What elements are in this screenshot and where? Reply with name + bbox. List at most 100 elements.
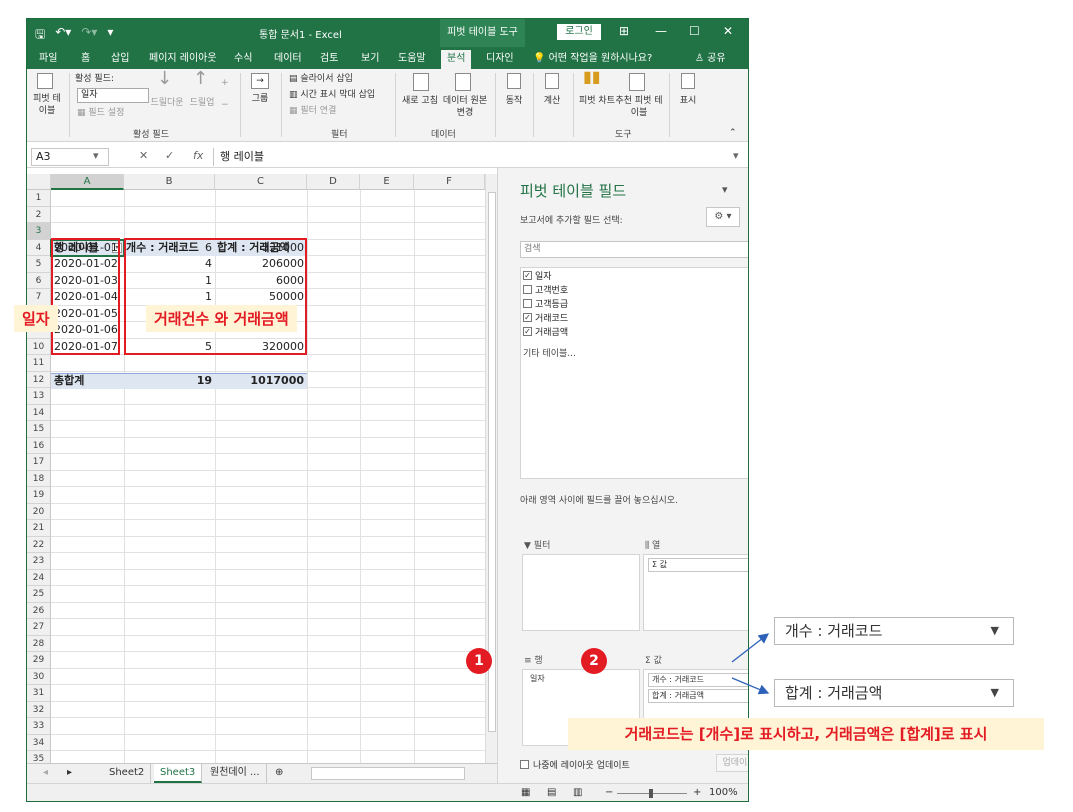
field-item-customer-no[interactable]: 고객번호: [523, 283, 568, 296]
checkbox-icon[interactable]: [523, 299, 532, 308]
checkbox-icon[interactable]: ✓: [523, 313, 532, 322]
name-box-dropdown-icon[interactable]: ▾: [93, 149, 99, 162]
tab-data[interactable]: 데이터: [274, 50, 302, 69]
pivot-total-sum[interactable]: 1017000: [215, 373, 307, 389]
column-header-b[interactable]: B: [124, 174, 215, 190]
field-settings-button[interactable]: ▦ 필드 설정: [77, 107, 124, 119]
row-header-5[interactable]: 5: [27, 256, 51, 273]
row-header-18[interactable]: 18: [27, 470, 51, 487]
drill-down-button[interactable]: 드릴다운: [149, 97, 185, 109]
actions-button[interactable]: 동작: [501, 95, 527, 107]
row-header-1[interactable]: 1: [27, 190, 51, 207]
change-source-button[interactable]: 데이터 원본 변경: [439, 95, 491, 119]
group-button[interactable]: 그룹: [245, 93, 275, 105]
row-header-27[interactable]: 27: [27, 619, 51, 636]
row-header-17[interactable]: 17: [27, 454, 51, 471]
formula-input[interactable]: 행 레이블: [213, 148, 744, 166]
scroll-thumb[interactable]: [488, 192, 496, 732]
row-header-21[interactable]: 21: [27, 520, 51, 537]
actions-icon[interactable]: [507, 73, 521, 89]
page-layout-view-icon[interactable]: ▤: [541, 784, 562, 801]
minimize-button[interactable]: —: [655, 24, 667, 38]
prev-sheet-icon[interactable]: ◂: [37, 764, 54, 783]
row-header-3[interactable]: 3: [27, 223, 51, 240]
tab-review[interactable]: 검토: [320, 50, 338, 69]
row-header-13[interactable]: 13: [27, 388, 51, 405]
row-item-date[interactable]: 일자: [527, 673, 639, 687]
tools-gear-icon[interactable]: ⚙ ▾: [706, 207, 740, 227]
row-header-23[interactable]: 23: [27, 553, 51, 570]
expand-field-icon[interactable]: +: [221, 77, 229, 89]
sheet-tab-source-data[interactable]: 원천데이 ...: [204, 764, 267, 783]
tab-home[interactable]: 홈: [81, 50, 90, 69]
sheet-tab-sheet3[interactable]: Sheet3: [154, 764, 203, 783]
normal-view-icon[interactable]: ▦: [515, 784, 536, 801]
share-button[interactable]: ♙ 공유: [695, 50, 726, 67]
column-header-d[interactable]: D: [307, 174, 360, 190]
calculations-icon[interactable]: [545, 73, 559, 89]
filters-area[interactable]: ▼ 필터: [520, 538, 640, 632]
select-all-corner[interactable]: [27, 174, 51, 190]
tab-view[interactable]: 보기: [361, 50, 379, 69]
pane-options-icon[interactable]: ▾: [722, 183, 728, 196]
row-header-22[interactable]: 22: [27, 536, 51, 553]
column-header-c[interactable]: C: [215, 174, 307, 190]
row-header-33[interactable]: 33: [27, 718, 51, 735]
defer-layout-update[interactable]: 나중에 레이아웃 업데이트: [520, 758, 630, 771]
row-header-2[interactable]: 2: [27, 206, 51, 223]
row-header-34[interactable]: 34: [27, 734, 51, 751]
column-header-f[interactable]: F: [414, 174, 485, 190]
row-header-30[interactable]: 30: [27, 668, 51, 685]
zoom-slider-thumb[interactable]: [649, 789, 653, 798]
row-header-16[interactable]: 16: [27, 437, 51, 454]
horizontal-scrollbar[interactable]: [311, 767, 465, 780]
save-icon[interactable]: 🖫: [35, 25, 45, 46]
row-header-14[interactable]: 14: [27, 404, 51, 421]
field-item-date[interactable]: ✓ 일자: [523, 269, 552, 282]
pivot-total-count[interactable]: 19: [124, 373, 215, 389]
maximize-button[interactable]: ☐: [689, 24, 700, 38]
undo-icon[interactable]: ↶▾: [55, 25, 71, 46]
sheet-tab-sheet2[interactable]: Sheet2: [103, 764, 152, 783]
row-header-11[interactable]: 11: [27, 355, 51, 372]
drill-down-icon[interactable]: ↓: [157, 70, 172, 88]
insert-function-icon[interactable]: fx: [193, 149, 203, 162]
checkbox-icon[interactable]: [523, 285, 532, 294]
row-header-19[interactable]: 19: [27, 487, 51, 504]
ribbon-display-icon[interactable]: ⊞: [619, 24, 629, 38]
row-header-29[interactable]: 29: [27, 652, 51, 669]
drill-up-button[interactable]: 드릴업: [189, 97, 215, 109]
cancel-entry-icon[interactable]: ✕: [139, 149, 148, 162]
close-button[interactable]: ✕: [723, 24, 733, 38]
checkbox-icon[interactable]: ✓: [523, 271, 532, 280]
row-header-28[interactable]: 28: [27, 635, 51, 652]
pane-close-icon[interactable]: ✕: [748, 183, 749, 196]
row-header-7[interactable]: 7: [27, 289, 51, 306]
add-sheet-icon[interactable]: ⊕: [269, 764, 289, 783]
row-header-12[interactable]: 12: [27, 371, 51, 388]
value-item-count[interactable]: 개수 : 거래코드▾: [648, 673, 748, 687]
calculations-button[interactable]: 계산: [539, 95, 565, 107]
recommended-pivot-button[interactable]: 추천 피벗 테이블: [615, 95, 663, 119]
row-header-15[interactable]: 15: [27, 421, 51, 438]
row-header-25[interactable]: 25: [27, 586, 51, 603]
more-tables-link[interactable]: 기타 테이블...: [523, 346, 576, 359]
collapse-field-icon[interactable]: −: [221, 99, 229, 111]
collapse-ribbon-icon[interactable]: ⌃: [729, 127, 737, 139]
value-item-sum[interactable]: 합계 : 거래금액▾: [648, 689, 748, 703]
column-header-e[interactable]: E: [360, 174, 414, 190]
tab-page-layout[interactable]: 페이지 레이아웃: [149, 50, 217, 69]
vertical-scrollbar[interactable]: [485, 174, 497, 763]
tell-me-search[interactable]: 💡 어떤 작업을 원하시나요?: [533, 50, 652, 67]
refresh-icon[interactable]: [413, 73, 429, 91]
checkbox-icon[interactable]: [520, 760, 529, 769]
insert-timeline-button[interactable]: ▥ 시간 표시 막대 삽입: [289, 89, 375, 101]
tab-insert[interactable]: 삽입: [111, 50, 129, 69]
update-button[interactable]: 업데이트: [716, 754, 748, 772]
pivot-grand-total-label[interactable]: 총합계: [54, 373, 124, 389]
insert-slicer-button[interactable]: ▤ 슬라이서 삽입: [289, 73, 353, 85]
field-item-trade-amount[interactable]: ✓ 거래금액: [523, 325, 568, 338]
tab-help[interactable]: 도움말: [398, 50, 426, 69]
tab-file[interactable]: 파일: [39, 50, 57, 69]
field-item-trade-code[interactable]: ✓ 거래코드: [523, 311, 568, 324]
